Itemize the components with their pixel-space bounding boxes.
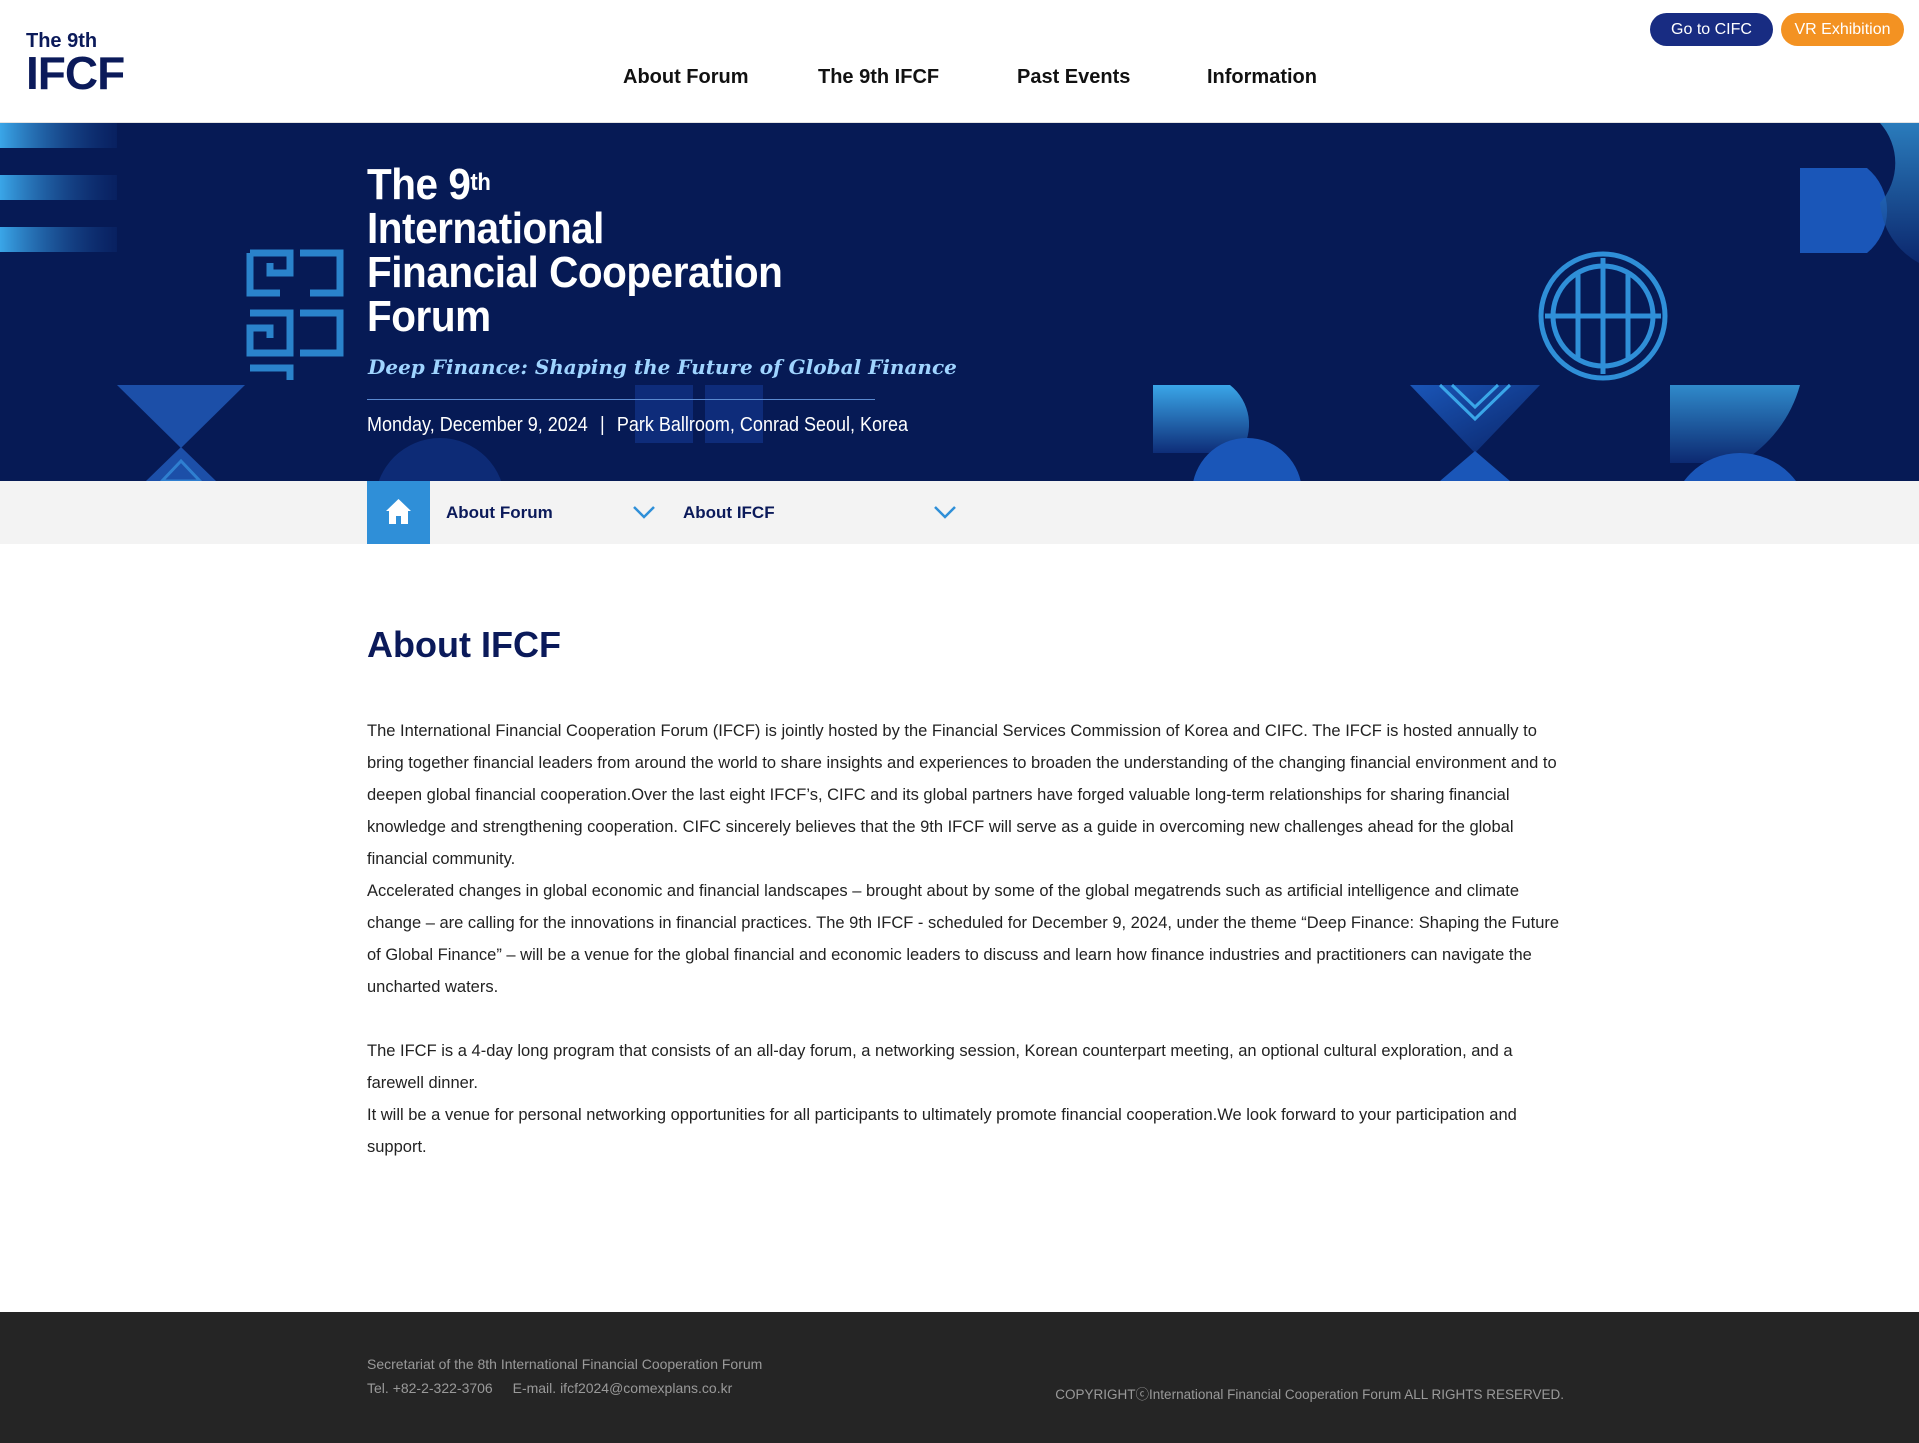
breadcrumb: About Forum About IFCF (0, 481, 1919, 544)
about-paragraph-1: The International Financial Cooperation … (367, 722, 1557, 868)
go-to-cifc-button[interactable]: Go to CIFC (1650, 13, 1773, 46)
hero-title-sup: th (470, 169, 491, 196)
hero-title-line4: Forum (367, 292, 491, 341)
about-paragraph-3: The IFCF is a 4-day long program that co… (367, 1042, 1513, 1092)
footer-contact: Tel. +82-2-322-3706 E-mail. ifcf2024@com… (367, 1380, 732, 1396)
footer-email[interactable]: ifcf2024@comexplans.co.kr (560, 1380, 732, 1396)
breadcrumb-level1[interactable]: About Forum (446, 481, 658, 544)
hero-venue: Park Ballroom, Conrad Seoul, Korea (616, 414, 909, 436)
about-paragraph-2: Accelerated changes in global economic a… (367, 882, 1560, 996)
hero-date: Monday, December 9, 2024 (367, 414, 588, 436)
footer-email-label: E-mail. (512, 1380, 557, 1396)
home-icon (386, 499, 411, 524)
footer-secretariat: Secretariat of the 8th International Fin… (367, 1356, 763, 1372)
hero-title-line1: The 9 (367, 160, 471, 209)
nav-information[interactable]: Information (1207, 66, 1317, 89)
footer-copyright: COPYRIGHTⓒInternational Financial Cooper… (1055, 1387, 1564, 1402)
vr-exhibition-button[interactable]: VR Exhibition (1781, 13, 1904, 46)
hero-divider (367, 399, 875, 400)
nav-about-forum[interactable]: About Forum (623, 66, 749, 89)
nav-9th-ifcf[interactable]: The 9th IFCF (818, 66, 939, 89)
footer-tel: +82-2-322-3706 (392, 1380, 493, 1396)
about-paragraph-4: It will be a venue for personal networki… (367, 1106, 1517, 1156)
page-title: About IFCF (367, 624, 561, 665)
breadcrumb-level2-label: About IFCF (683, 503, 775, 522)
hero-title: The 9th International Financial Cooperat… (367, 160, 783, 341)
hero-decoration (0, 123, 1919, 481)
breadcrumb-level1-label: About Forum (446, 503, 553, 522)
hero-banner: The 9th International Financial Cooperat… (0, 123, 1919, 481)
hero-subtitle: Deep Finance: Shaping the Future of Glob… (368, 355, 957, 379)
chevron-down-icon (633, 506, 655, 519)
hero-date-venue: Monday, December 9, 2024 | Park Ballroom… (367, 414, 908, 437)
hero-title-line2: International (367, 204, 604, 253)
chevron-down-icon (934, 506, 956, 519)
footer-tel-label: Tel. (367, 1380, 389, 1396)
about-body: The International Financial Cooperation … (367, 715, 1566, 1163)
nav-past-events[interactable]: Past Events (1017, 66, 1130, 89)
site-header: The 9th IFCF About Forum The 9th IFCF Pa… (0, 0, 1919, 123)
hero-title-line3: Financial Cooperation (367, 248, 783, 297)
main-nav: About Forum The 9th IFCF Past Events Inf… (0, 66, 1919, 96)
breadcrumb-level2[interactable]: About IFCF (683, 481, 961, 544)
site-footer: Secretariat of the 8th International Fin… (0, 1312, 1919, 1443)
home-button[interactable] (367, 481, 430, 544)
hero-separator: | (600, 414, 605, 436)
